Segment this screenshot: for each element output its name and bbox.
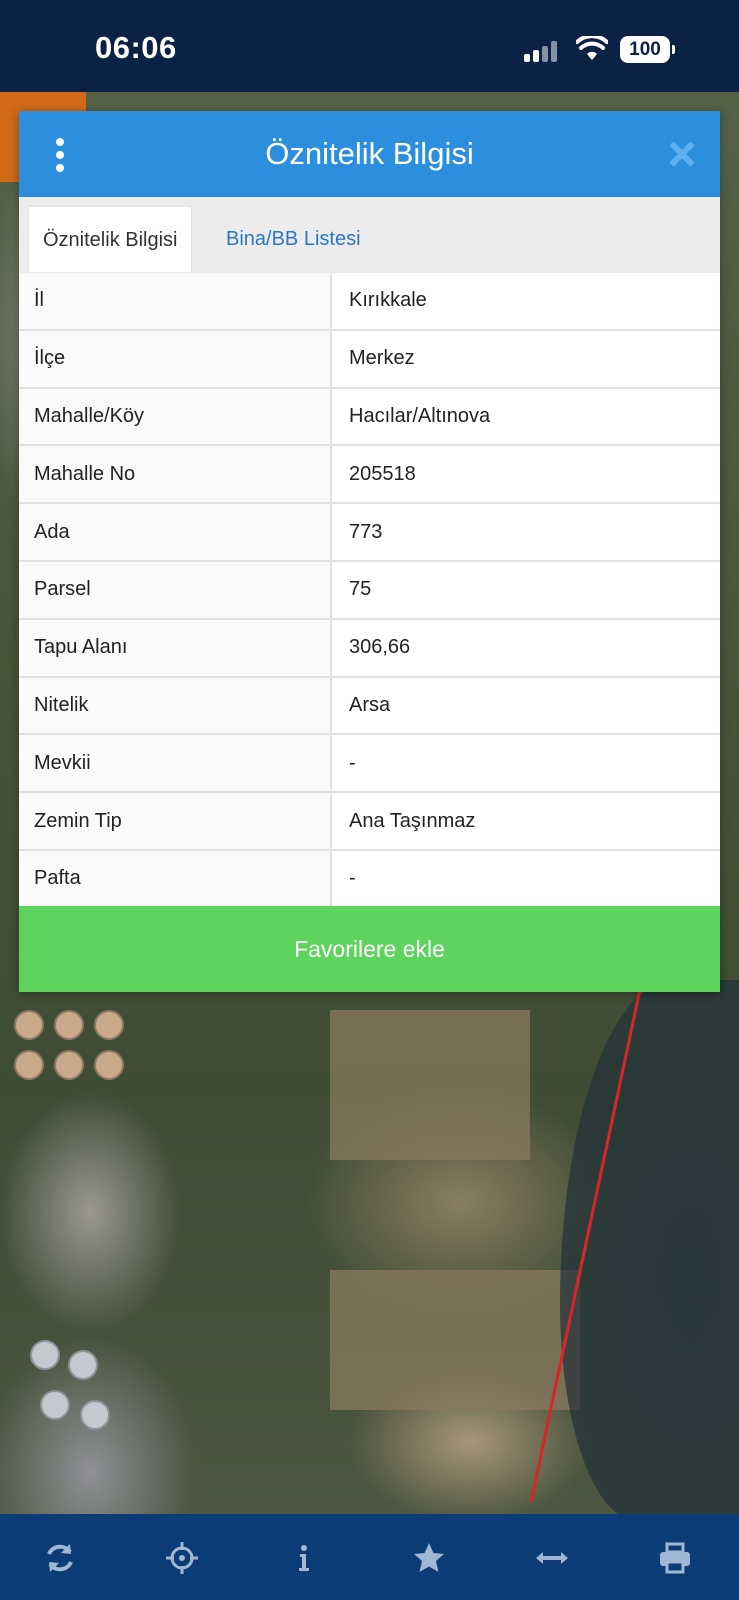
table-row: Tapu Alanı 306,66 — [19, 619, 720, 678]
map-tank — [54, 1010, 84, 1040]
map-tank — [14, 1050, 44, 1080]
row-label: Mevkii — [19, 735, 332, 792]
modal-header: Öznitelik Bilgisi — [19, 111, 720, 197]
map-tank — [68, 1350, 98, 1380]
refresh-icon[interactable] — [40, 1538, 80, 1578]
table-row: Mevkii - — [19, 735, 720, 794]
table-row: Ada 773 — [19, 504, 720, 562]
row-label: İlçe — [19, 330, 332, 387]
map-tank — [94, 1010, 124, 1040]
map-field-2 — [330, 1270, 580, 1410]
table-row: Nitelik Arsa — [19, 677, 720, 736]
add-to-favorites-button[interactable]: Favorilere ekle — [19, 906, 720, 992]
map-tank — [14, 1010, 44, 1040]
row-value: Arsa — [349, 693, 391, 716]
measure-icon[interactable] — [532, 1538, 572, 1578]
row-label: Parsel — [19, 561, 332, 618]
row-value: - — [349, 751, 356, 774]
map-tank — [94, 1050, 124, 1080]
row-label: Mahalle/Köy — [19, 388, 332, 445]
table-row: İl Kırıkkale — [19, 273, 720, 331]
status-time: 06:06 — [95, 30, 177, 65]
table-row: İlçe Merkez — [19, 330, 720, 389]
attribute-info-modal: Öznitelik Bilgisi Öznitelik Bilgisi Bina… — [19, 111, 720, 992]
tab-attribute-info[interactable]: Öznitelik Bilgisi — [28, 206, 193, 272]
battery-indicator: 100 — [620, 36, 675, 63]
info-icon[interactable] — [284, 1538, 324, 1578]
bottom-toolbar — [0, 1514, 739, 1600]
more-options-icon[interactable] — [53, 138, 67, 172]
star-icon[interactable] — [409, 1538, 449, 1578]
row-label: Tapu Alanı — [19, 619, 332, 676]
row-label: Ada — [19, 504, 332, 560]
modal-title: Öznitelik Bilgisi — [265, 136, 474, 171]
table-row: Pafta - — [19, 850, 720, 909]
row-label: Pafta — [19, 850, 332, 907]
print-icon[interactable] — [655, 1538, 695, 1578]
map-tank — [40, 1390, 70, 1420]
table-row: Mahalle/Köy Hacılar/Altınova — [19, 388, 720, 447]
row-value: 306,66 — [349, 636, 411, 659]
row-label: Mahalle No — [19, 446, 332, 503]
table-row: Mahalle No 205518 — [19, 446, 720, 505]
locate-icon[interactable] — [162, 1538, 202, 1578]
row-value: Ana Taşınmaz — [349, 809, 476, 832]
row-value: - — [349, 867, 356, 890]
row-label: Zemin Tip — [19, 793, 332, 849]
row-value: 205518 — [349, 462, 416, 485]
row-label: Nitelik — [19, 677, 332, 734]
row-value: Merkez — [349, 347, 415, 370]
row-value: Kırıkkale — [349, 289, 427, 312]
attribute-table: İl Kırıkkale İlçe Merkez Mahalle/Köy Hac… — [19, 273, 720, 909]
map-tank — [54, 1050, 84, 1080]
status-bar: 06:06 100 — [0, 0, 739, 92]
map-tank — [30, 1340, 60, 1370]
close-icon[interactable] — [669, 141, 695, 167]
table-row: Parsel 75 — [19, 561, 720, 620]
row-value: 75 — [349, 578, 372, 601]
tab-strip: Öznitelik Bilgisi Bina/BB Listesi — [19, 197, 720, 273]
row-value: 773 — [349, 520, 383, 543]
tab-building-list[interactable]: Bina/BB Listesi — [212, 206, 375, 272]
row-label: İl — [19, 273, 332, 329]
map-field-1 — [330, 1010, 530, 1160]
table-row: Zemin Tip Ana Taşınmaz — [19, 793, 720, 851]
row-value: Hacılar/Altınova — [349, 404, 491, 427]
cellular-signal-icon — [524, 40, 564, 62]
wifi-icon — [576, 36, 608, 60]
map-tank — [80, 1400, 110, 1430]
